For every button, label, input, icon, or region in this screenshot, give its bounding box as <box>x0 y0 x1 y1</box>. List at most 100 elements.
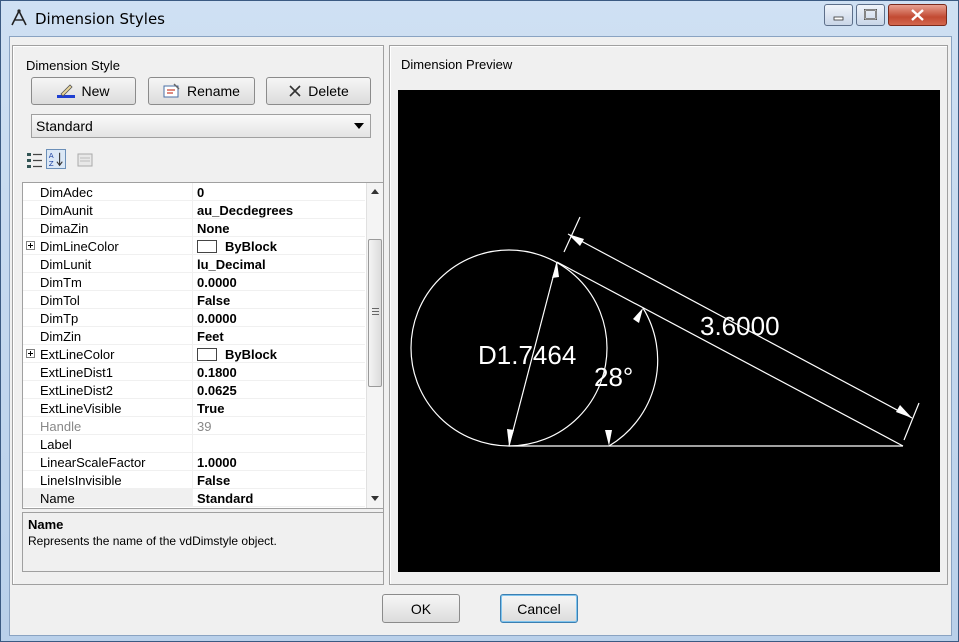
scroll-down-arrow-icon[interactable] <box>371 496 379 501</box>
rename-icon <box>163 83 180 98</box>
property-value[interactable]: Standard <box>193 489 365 507</box>
color-swatch <box>197 348 217 361</box>
categorized-view-icon[interactable] <box>25 150 45 170</box>
property-pages-icon[interactable] <box>75 150 95 170</box>
property-value[interactable]: 39 <box>193 417 365 435</box>
dialog-window: Dimension Styles Dimension Style New Ren… <box>0 0 959 642</box>
property-grid-scrollbar[interactable] <box>366 183 383 508</box>
dimension-preview-canvas: D1.7464 28° 3.6000 <box>398 90 940 572</box>
property-value[interactable]: False <box>193 291 365 309</box>
property-value-text: lu_Decimal <box>197 257 266 272</box>
property-row[interactable]: LineIsInvisible False <box>23 471 365 489</box>
minimize-button[interactable] <box>824 4 853 26</box>
property-row[interactable]: DimTol False <box>23 291 365 309</box>
property-name: ExtLineColor <box>23 345 193 363</box>
alphabetical-sort-icon[interactable]: A Z <box>46 149 66 169</box>
dimension-style-select[interactable]: Standard <box>31 114 371 138</box>
scrollbar-thumb[interactable] <box>368 239 382 387</box>
property-value-text: 39 <box>197 419 212 434</box>
dimension-style-label: Dimension Style <box>26 58 120 73</box>
property-row[interactable]: DimZin Feet <box>23 327 365 345</box>
property-row[interactable]: ExtLineVisible True <box>23 399 365 417</box>
window-title: Dimension Styles <box>35 10 165 28</box>
property-name: DimaZin <box>23 219 193 237</box>
property-row[interactable]: ExtLineDist2 0.0625 <box>23 381 365 399</box>
help-property-description: Represents the name of the vdDimstyle ob… <box>28 534 277 548</box>
property-name: DimTp <box>23 309 193 327</box>
property-row[interactable]: DimLineColor ByBlock <box>23 237 365 255</box>
ok-button[interactable]: OK <box>382 594 460 623</box>
rename-button[interactable]: Rename <box>148 77 255 105</box>
property-row[interactable]: LinearScaleFactor 1.0000 <box>23 453 365 471</box>
property-name: DimAdec <box>23 183 193 201</box>
property-value-text: 0.1800 <box>197 365 237 380</box>
property-grid[interactable]: DimAdec 0 DimAunit au_Decdegrees DimaZin None… <box>22 182 384 509</box>
property-row[interactable]: Handle 39 <box>23 417 365 435</box>
rename-button-label: Rename <box>187 83 240 99</box>
property-name: ExtLineVisible <box>23 399 193 417</box>
property-value-text: 0 <box>197 185 205 200</box>
property-value[interactable] <box>193 435 365 453</box>
property-value-text: False <box>197 293 231 308</box>
delete-button[interactable]: Delete <box>266 77 371 105</box>
dialog-client-area: Dimension Style New Rename Delete Standa… <box>9 36 952 636</box>
property-name: DimZin <box>23 327 193 345</box>
property-value[interactable]: True <box>193 399 365 417</box>
svg-text:Z: Z <box>49 159 54 168</box>
property-value[interactable]: 0.0625 <box>193 381 365 399</box>
property-value[interactable]: None <box>193 219 365 237</box>
property-row[interactable]: DimaZin None <box>23 219 365 237</box>
property-value[interactable]: Feet <box>193 327 365 345</box>
dimension-style-select-value: Standard <box>36 118 93 134</box>
property-row[interactable]: DimAunit au_Decdegrees <box>23 201 365 219</box>
title-bar[interactable]: Dimension Styles <box>1 1 958 35</box>
property-value[interactable]: 1.0000 <box>193 453 365 471</box>
preview-arrow-diameter-bottom <box>507 429 514 446</box>
property-value-text: None <box>197 221 230 236</box>
property-row[interactable]: Label <box>23 435 365 453</box>
property-row[interactable]: Name Standard <box>23 489 365 507</box>
property-value-text: ByBlock <box>225 347 278 362</box>
cancel-button[interactable]: Cancel <box>500 594 578 623</box>
close-button[interactable] <box>888 4 947 26</box>
pencil-icon <box>57 84 76 98</box>
close-icon <box>911 9 924 21</box>
property-value-text: 0.0625 <box>197 383 237 398</box>
maximize-icon <box>864 9 877 20</box>
property-value[interactable]: ByBlock <box>193 345 365 363</box>
property-value[interactable]: lu_Decimal <box>193 255 365 273</box>
property-row[interactable]: ExtLineDist1 0.1800 <box>23 363 365 381</box>
property-name: Name <box>23 489 193 507</box>
new-button-label: New <box>81 83 110 99</box>
preview-arrow-diameter-top <box>552 262 559 278</box>
property-row[interactable]: ExtLineColor ByBlock <box>23 345 365 363</box>
property-value-text: au_Decdegrees <box>197 203 294 218</box>
chevron-down-icon <box>354 123 364 129</box>
property-value[interactable]: 0.0000 <box>193 273 365 291</box>
property-value[interactable]: 0.0000 <box>193 309 365 327</box>
property-name: LineIsInvisible <box>23 471 193 489</box>
maximize-button[interactable] <box>856 4 885 26</box>
preview-diameter-text: D1.7464 <box>478 340 576 370</box>
preview-arrow-dim-left <box>568 234 584 246</box>
property-value-text: 0.0000 <box>197 275 237 290</box>
property-name: Label <box>23 435 193 453</box>
dimension-app-icon <box>11 9 27 26</box>
scroll-up-arrow-icon[interactable] <box>371 189 379 194</box>
property-row[interactable]: DimTm 0.0000 <box>23 273 365 291</box>
property-value[interactable]: 0 <box>193 183 365 201</box>
property-value[interactable]: 0.1800 <box>193 363 365 381</box>
new-button[interactable]: New <box>31 77 136 105</box>
preview-angle-text: 28° <box>594 362 633 392</box>
property-row[interactable]: DimLunit lu_Decimal <box>23 255 365 273</box>
property-value-text: Standard <box>197 491 254 506</box>
property-value[interactable]: ByBlock <box>193 237 365 255</box>
property-row[interactable]: DimAdec 0 <box>23 183 365 201</box>
property-name: Handle <box>23 417 193 435</box>
property-value-text: 1.0000 <box>197 455 237 470</box>
dimension-drawing: D1.7464 28° 3.6000 <box>410 216 920 447</box>
property-row[interactable]: DimTp 0.0000 <box>23 309 365 327</box>
property-value[interactable]: au_Decdegrees <box>193 201 365 219</box>
property-value[interactable]: False <box>193 471 365 489</box>
preview-ext-line-1 <box>563 216 581 253</box>
